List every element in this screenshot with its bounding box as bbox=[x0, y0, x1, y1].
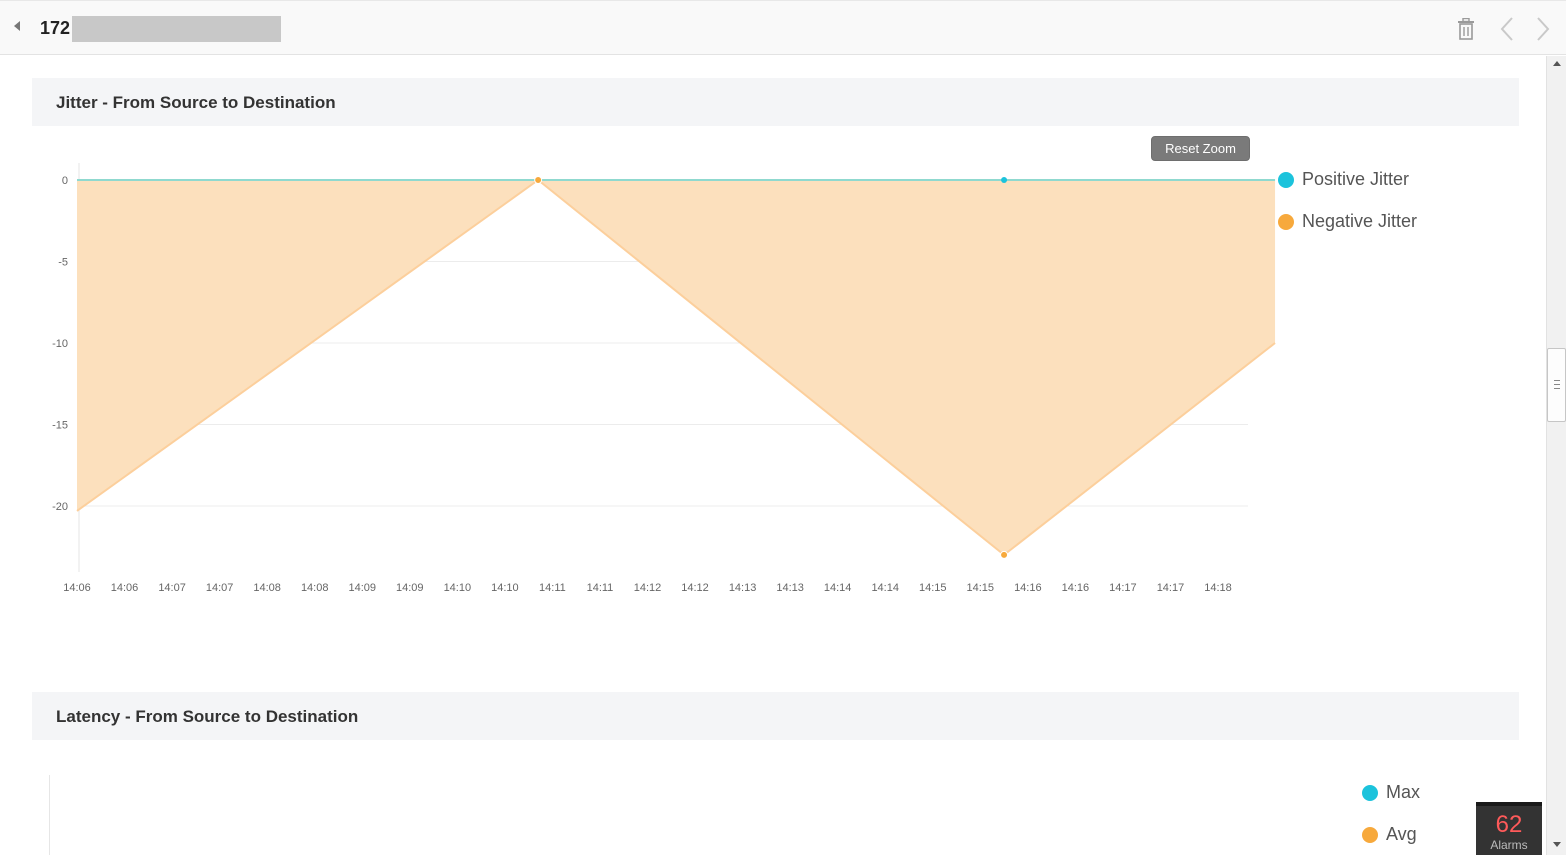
x-tick-label: 14:18 bbox=[1204, 582, 1232, 594]
x-tick-label: 14:13 bbox=[729, 582, 757, 594]
alarms-label: Alarms bbox=[1490, 838, 1528, 852]
alarms-badge[interactable]: 62 Alarms bbox=[1476, 802, 1542, 855]
x-tick-label: 14:14 bbox=[824, 582, 852, 594]
legend-label-negative: Negative Jitter bbox=[1302, 211, 1418, 231]
latency-section-title: Latency - From Source to Destination bbox=[56, 707, 359, 726]
legend-label-positive: Positive Jitter bbox=[1302, 169, 1410, 189]
legend-max[interactable]: Max bbox=[1362, 782, 1421, 803]
legend-dot-avg bbox=[1362, 827, 1378, 843]
latency-section-header: Latency - From Source to Destination bbox=[32, 692, 1519, 740]
legend-label-avg: Avg bbox=[1386, 824, 1417, 844]
scroll-thumb[interactable] bbox=[1547, 348, 1566, 422]
legend-label-max: Max bbox=[1386, 782, 1421, 802]
x-tick-label: 14:08 bbox=[301, 582, 329, 594]
vertical-scrollbar[interactable] bbox=[1546, 56, 1566, 855]
positive-jitter-point bbox=[1001, 177, 1008, 183]
negative-jitter-area bbox=[77, 180, 1276, 555]
legend-negative-jitter[interactable]: Negative Jitter bbox=[1278, 211, 1418, 232]
scroll-up-arrow-icon[interactable] bbox=[1553, 61, 1561, 66]
legend-dot-negative bbox=[1278, 214, 1294, 230]
latency-chart-axis bbox=[49, 775, 50, 855]
x-tick-label: 14:15 bbox=[967, 582, 995, 594]
x-tick-label: 14:10 bbox=[491, 582, 519, 594]
x-tick-label: 14:09 bbox=[348, 582, 376, 594]
x-tick-label: 14:07 bbox=[158, 582, 186, 594]
y-tick-label: 0 bbox=[62, 175, 68, 187]
x-tick-label: 14:12 bbox=[634, 582, 662, 594]
x-tick-label: 14:11 bbox=[539, 582, 566, 594]
x-tick-label: 14:17 bbox=[1109, 582, 1137, 594]
negative-jitter-point bbox=[1000, 550, 1009, 559]
y-tick-label: -10 bbox=[52, 338, 68, 350]
legend-dot-positive bbox=[1278, 172, 1294, 188]
x-tick-label: 14:16 bbox=[1014, 582, 1042, 594]
grip-icon bbox=[1554, 380, 1560, 389]
y-tick-label: -5 bbox=[58, 257, 68, 269]
x-tick-label: 14:17 bbox=[1157, 582, 1185, 594]
x-tick-label: 14:07 bbox=[206, 582, 234, 594]
x-tick-label: 14:06 bbox=[63, 582, 91, 594]
y-tick-label: -20 bbox=[52, 501, 68, 513]
legend-dot-max bbox=[1362, 785, 1378, 801]
x-tick-label: 14:15 bbox=[919, 582, 947, 594]
negative-jitter-point bbox=[534, 176, 543, 184]
legend-positive-jitter[interactable]: Positive Jitter bbox=[1278, 169, 1410, 190]
x-tick-label: 14:09 bbox=[396, 582, 424, 594]
x-tick-label: 14:11 bbox=[587, 582, 614, 594]
x-tick-label: 14:13 bbox=[776, 582, 804, 594]
y-tick-label: -15 bbox=[52, 420, 68, 432]
x-tick-label: 14:14 bbox=[871, 582, 899, 594]
legend-avg[interactable]: Avg bbox=[1362, 824, 1417, 845]
x-tick-label: 14:16 bbox=[1062, 582, 1090, 594]
alarms-count: 62 bbox=[1495, 811, 1523, 838]
x-tick-label: 14:06 bbox=[111, 582, 139, 594]
scroll-down-arrow-icon[interactable] bbox=[1553, 842, 1561, 847]
x-tick-label: 14:10 bbox=[444, 582, 472, 594]
reset-zoom-button[interactable]: Reset Zoom bbox=[1151, 136, 1250, 161]
x-tick-label: 14:08 bbox=[253, 582, 281, 594]
x-tick-label: 14:12 bbox=[681, 582, 709, 594]
